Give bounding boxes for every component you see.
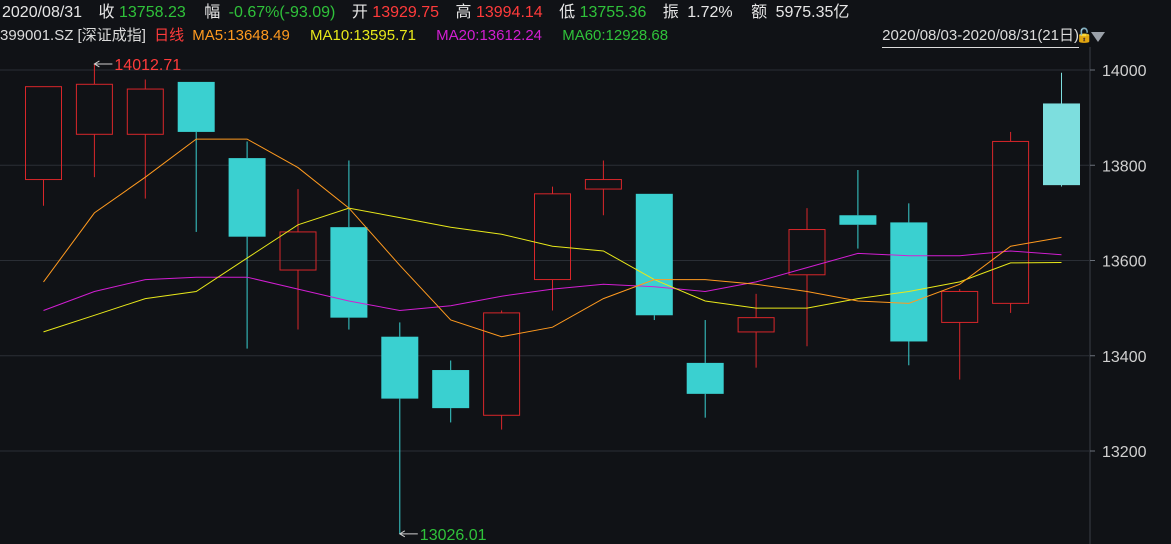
candle-body [75, 83, 113, 135]
candle-body [126, 88, 164, 135]
candle-body [839, 215, 877, 225]
candle-body [635, 193, 673, 316]
candle-body [890, 222, 928, 342]
candle-body [534, 193, 571, 281]
y-tick-label: 13600 [1102, 254, 1147, 271]
y-tick-label: 13400 [1102, 349, 1147, 366]
low-value-label: 13026.01 [420, 527, 487, 544]
candle-body [941, 290, 979, 323]
kline-chart[interactable]: 13200 13400 13600 13800 14000 14012.71 13026.0… [0, 0, 1171, 544]
y-tick-label: 13800 [1102, 158, 1147, 175]
high-value-label: 14012.71 [114, 57, 181, 74]
candle-body [381, 336, 419, 399]
candle-body [432, 370, 470, 409]
candle-body [737, 317, 775, 333]
candle-body [1043, 103, 1080, 186]
candle-body [177, 81, 215, 132]
candle-body [483, 312, 521, 416]
candle-body [330, 227, 368, 318]
candle-body [228, 158, 266, 237]
y-tick-label: 14000 [1102, 63, 1147, 80]
y-tick-label: 13200 [1102, 444, 1147, 461]
candle-body [686, 362, 724, 394]
candle-body [279, 231, 317, 271]
candle-body [584, 179, 622, 190]
